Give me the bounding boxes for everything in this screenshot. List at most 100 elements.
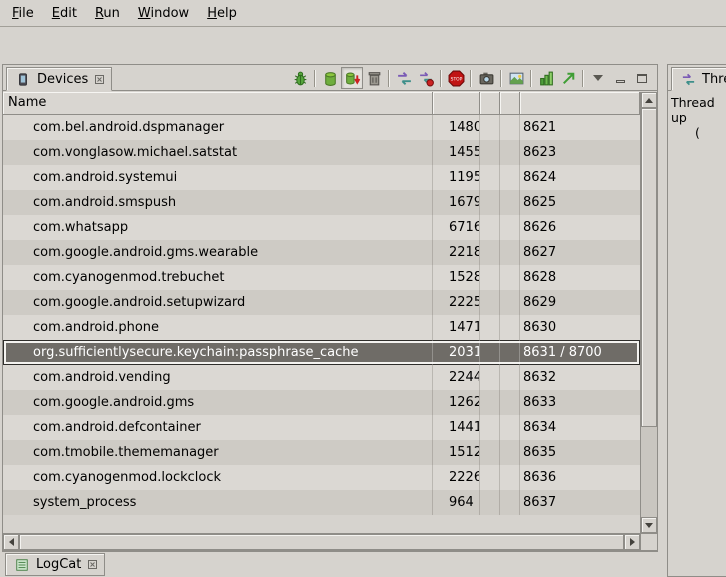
stop-process-icon[interactable]: STOP [445,67,467,89]
device-icon [14,70,32,88]
tab-logcat[interactable]: LogCat [5,553,105,576]
tab-devices-close-icon[interactable] [95,75,104,84]
process-port: 8625 [520,190,640,215]
logcat-icon [13,556,31,574]
process-pid: 1528 [433,265,480,290]
process-port: 8627 [520,240,640,265]
scroll-up-button[interactable] [641,92,657,108]
table-row[interactable]: com.bel.android.dspmanager 1480 8621 [3,115,640,140]
column-header-name[interactable]: Name [3,92,433,115]
empty-cell [480,490,500,515]
empty-cell [500,265,520,290]
empty-cell [500,390,520,415]
table-row[interactable]: com.tmobile.thememanager 1512 8635 [3,440,640,465]
menu-run[interactable]: Run [86,0,129,26]
menu-help-label: Help [207,6,237,21]
devices-view-toolbar: STOP [289,65,653,91]
empty-cell [480,140,500,165]
logcat-bar: LogCat [2,551,658,577]
toolbar-separator [440,70,442,87]
horizontal-scrollbar[interactable] [3,533,640,550]
process-name: com.tmobile.thememanager [3,440,433,465]
view-menu-icon[interactable] [587,67,609,89]
process-port: 8635 [520,440,640,465]
table-row[interactable]: com.cyanogenmod.trebuchet 1528 8628 [3,265,640,290]
process-port: 8628 [520,265,640,290]
column-header-blank-2[interactable] [500,92,520,115]
empty-cell [480,440,500,465]
update-heap-icon[interactable] [319,67,341,89]
tab-threads[interactable]: Threads [671,67,726,91]
tab-logcat-close-icon[interactable] [88,560,97,569]
table-row[interactable]: org.sufficientlysecure.keychain:passphra… [3,340,640,365]
table-row[interactable]: com.vonglasow.michael.satstat 14553 8623 [3,140,640,165]
devices-tabbar: Devices [3,65,657,91]
process-pid: 22250 [433,290,480,315]
screen-record-icon[interactable] [505,67,527,89]
process-name: com.vonglasow.michael.satstat [3,140,433,165]
menu-edit[interactable]: Edit [43,0,86,26]
table-row[interactable]: com.android.smspush 1679 8625 [3,190,640,215]
vertical-scrollbar-thumb[interactable] [641,108,657,427]
empty-cell [480,115,500,140]
minimize-icon[interactable] [609,67,631,89]
debug-process-icon[interactable] [289,67,311,89]
column-header-port[interactable] [520,92,640,115]
process-pid: 1471 [433,315,480,340]
empty-cell [500,290,520,315]
table-row[interactable]: com.android.vending 22440 8632 [3,365,640,390]
process-name: org.sufficientlysecure.keychain:passphra… [3,340,433,365]
screen-capture-icon[interactable] [475,67,497,89]
column-header-pid[interactable] [433,92,480,115]
ddms-window: { "window": { "menu_items": [ { "label":… [0,0,726,577]
table-row[interactable]: com.android.systemui 1195 8624 [3,165,640,190]
table-row[interactable]: com.google.android.gms.wearable 22185 86… [3,240,640,265]
scroll-down-button[interactable] [641,517,657,533]
process-pid: 22185 [433,240,480,265]
workspace: Devices [0,61,726,577]
start-method-profiling-icon[interactable] [415,67,437,89]
table-row[interactable]: com.google.android.gms 12623 8633 [3,390,640,415]
threads-message: Thread up ( [668,91,726,144]
horizontal-scrollbar-thumb[interactable] [19,534,624,550]
table-row[interactable]: com.google.android.setupwizard 22250 862… [3,290,640,315]
tab-devices[interactable]: Devices [6,67,112,91]
process-pid: 1512 [433,440,480,465]
scroll-left-button[interactable] [3,534,19,550]
table-row[interactable]: com.android.phone 1471 8630 [3,315,640,340]
menu-file[interactable]: File [3,0,43,26]
process-pid: 12623 [433,390,480,415]
menu-run-label: Run [95,6,120,21]
dump-view-hierarchy-icon[interactable] [557,67,579,89]
devices-panel: Devices [2,64,658,551]
process-pid: 20311 [433,340,480,365]
process-name: com.android.smspush [3,190,433,215]
process-name: com.cyanogenmod.lockclock [3,465,433,490]
process-pid: 14411 [433,415,480,440]
process-pid: 1679 [433,190,480,215]
menu-help[interactable]: Help [198,0,246,26]
table-row[interactable]: com.whatsapp 6716 8626 [3,215,640,240]
empty-cell [500,165,520,190]
table-row[interactable]: system_process 964 8637 [3,490,640,515]
process-name: com.google.android.gms.wearable [3,240,433,265]
menu-window[interactable]: Window [129,0,198,26]
column-header-blank-1[interactable] [480,92,500,115]
menu-file-label: File [12,6,34,21]
dump-hprof-icon[interactable] [341,67,363,89]
vertical-scrollbar[interactable] [640,92,657,533]
process-port: 8632 [520,365,640,390]
scroll-right-button[interactable] [624,534,640,550]
toolbar-separator [470,70,472,87]
empty-cell [500,140,520,165]
empty-cell [500,365,520,390]
process-port: 8631 / 8700 [520,340,640,365]
table-row[interactable]: com.android.defcontainer 14411 8634 [3,415,640,440]
capture-system-info-icon[interactable] [535,67,557,89]
empty-cell [500,465,520,490]
maximize-icon[interactable] [631,67,653,89]
menu-bar: File Edit Run Window Help [0,0,726,27]
cause-gc-icon[interactable] [363,67,385,89]
table-row[interactable]: com.cyanogenmod.lockclock 22265 8636 [3,465,640,490]
update-threads-icon[interactable] [393,67,415,89]
